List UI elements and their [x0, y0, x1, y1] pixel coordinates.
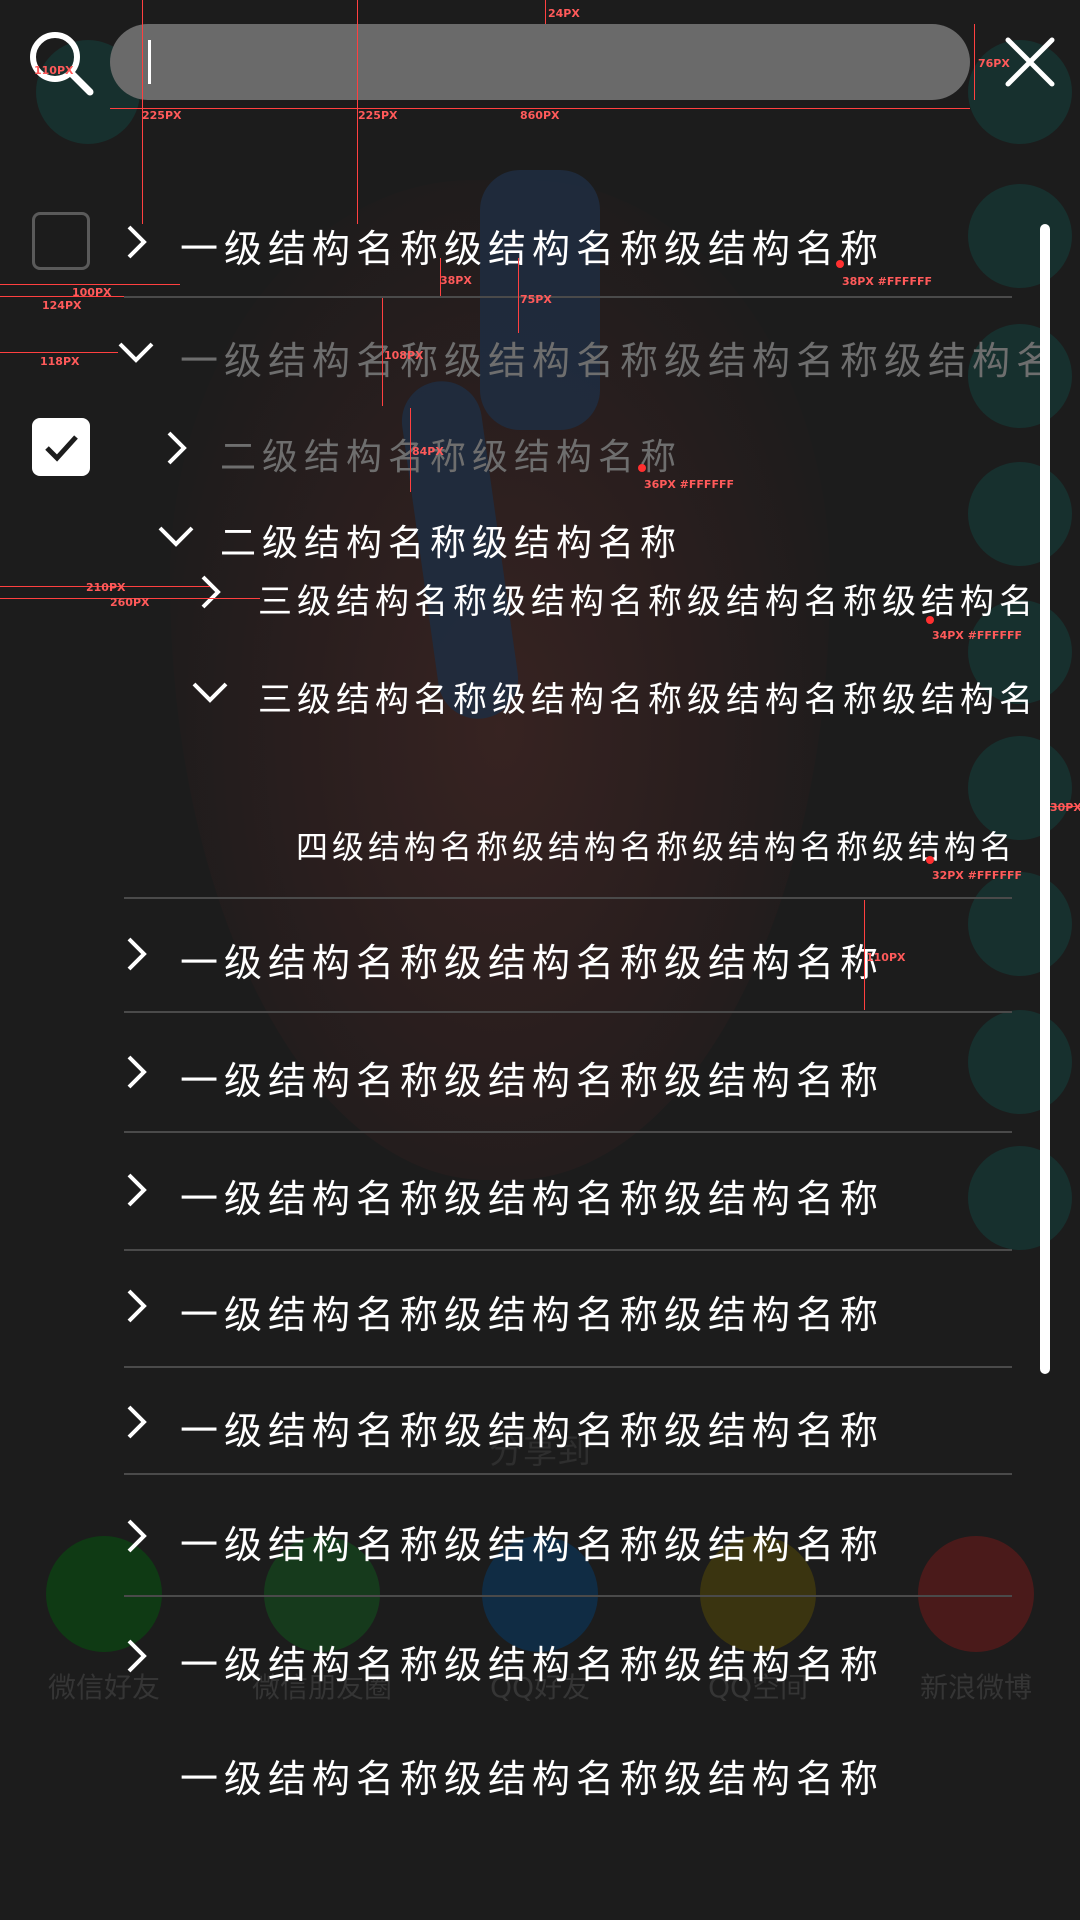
annotation-label: 108PX	[384, 349, 424, 362]
row-divider	[124, 1366, 1012, 1368]
tree-row-level2-label[interactable]: 二级结构名称级结构名称	[220, 428, 682, 480]
annotation-label: 210PX	[86, 581, 126, 594]
measure-line	[0, 296, 124, 297]
annotation-label: 38PX #FFFFFF	[842, 275, 932, 288]
annotation-label: 36PX #FFFFFF	[644, 478, 734, 491]
chevron-right-icon[interactable]	[116, 1286, 156, 1326]
chevron-down-icon[interactable]	[156, 516, 196, 556]
annotation-label: 75PX	[520, 293, 552, 306]
annotation-label: 110PX	[34, 64, 74, 77]
measure-line	[0, 352, 118, 353]
annotation-marker	[638, 464, 646, 472]
annotation-label: 860PX	[520, 109, 560, 122]
tree-row-level3-label[interactable]: 三级结构名称级结构名称级结构名称级结构名	[258, 672, 1038, 721]
chevron-right-icon[interactable]	[116, 1402, 156, 1442]
tree-row-level1-label[interactable]: 一级结构名称级结构名称级结构名称级结构名	[180, 330, 1060, 385]
annotation-label: 30PX	[1050, 801, 1080, 814]
chevron-right-icon[interactable]	[116, 1052, 156, 1092]
row-divider	[124, 1249, 1012, 1251]
chevron-down-icon[interactable]	[116, 332, 156, 372]
measure-line	[410, 408, 411, 492]
annotation-label: 38PX	[440, 274, 472, 287]
tree-row-level3-label[interactable]: 三级结构名称级结构名称级结构名称级结构名	[258, 574, 1038, 623]
tree-row-level1-label[interactable]: 一级结构名称级结构名称级结构名称	[180, 1400, 884, 1455]
chevron-right-icon[interactable]	[116, 934, 156, 974]
chevron-right-icon[interactable]	[116, 1170, 156, 1210]
tree-row-level2-label[interactable]: 二级结构名称级结构名称	[220, 514, 682, 566]
scrollbar[interactable]	[1040, 224, 1050, 1374]
tree-row-level1-label[interactable]: 一级结构名称级结构名称级结构名称	[180, 1284, 884, 1339]
row-divider	[124, 897, 1012, 899]
measure-line	[382, 298, 383, 406]
row-divider	[124, 1131, 1012, 1133]
tree-row-level4-label[interactable]: 四级结构名称级结构名称级结构名称级结构名	[296, 822, 1016, 868]
annotation-marker	[926, 856, 934, 864]
side-person-icon	[968, 184, 1072, 288]
row-divider	[124, 1011, 1012, 1013]
chevron-right-icon[interactable]	[116, 1516, 156, 1556]
chevron-right-icon[interactable]	[156, 428, 196, 468]
tree-row-level1-label[interactable]: 一级结构名称级结构名称级结构名称	[180, 1050, 884, 1105]
annotation-marker	[926, 616, 934, 624]
side-cell-icon	[968, 872, 1072, 976]
measure-line	[864, 900, 865, 1010]
tree-row-level1-label[interactable]: 一级结构名称级结构名称级结构名称	[180, 1748, 884, 1803]
check-icon	[45, 435, 78, 462]
tree-row-level1-label[interactable]: 一级结构名称级结构名称级结构名称	[180, 932, 884, 987]
annotation-label: 110PX	[866, 951, 906, 964]
weibo-icon	[918, 1536, 1034, 1652]
chevron-right-icon[interactable]	[190, 572, 230, 612]
tree-row-level1-label[interactable]: 一级结构名称级结构名称级结构名称	[180, 218, 884, 273]
side-map-icon	[968, 462, 1072, 566]
measure-line	[545, 0, 546, 24]
row-divider	[124, 296, 1012, 298]
side-heart-icon	[968, 1010, 1072, 1114]
search-icon[interactable]	[28, 30, 94, 96]
annotation-label: 24PX	[548, 7, 580, 20]
annotation-label: 118PX	[40, 355, 80, 368]
annotation-label: 34PX #FFFFFF	[932, 629, 1022, 642]
chevron-right-icon[interactable]	[116, 222, 156, 262]
share-label: 微信好友	[47, 1671, 160, 1704]
annotation-label: 225PX	[142, 109, 182, 122]
tree-row-level1-label[interactable]: 一级结构名称级结构名称级结构名称	[180, 1634, 884, 1689]
row-checkbox[interactable]	[32, 212, 90, 270]
tree-row-level1-label[interactable]: 一级结构名称级结构名称级结构名称	[180, 1168, 884, 1223]
search-input[interactable]	[110, 24, 970, 100]
measure-line	[974, 24, 975, 100]
measure-line	[0, 284, 180, 285]
annotation-label: 124PX	[42, 299, 82, 312]
side-bone-icon	[968, 1146, 1072, 1250]
annotation-label: 225PX	[358, 109, 398, 122]
share-label: 新浪微博	[919, 1671, 1032, 1704]
annotation-label: 84PX	[412, 445, 444, 458]
row-divider	[124, 1595, 1012, 1597]
tree-row-level1-label[interactable]: 一级结构名称级结构名称级结构名称	[180, 1514, 884, 1569]
chevron-down-icon[interactable]	[190, 672, 230, 712]
annotation-label: 76PX	[978, 57, 1010, 70]
annotation-label: 32PX #FFFFFF	[932, 869, 1022, 882]
row-checkbox-checked[interactable]	[32, 418, 90, 476]
row-divider	[124, 1473, 1012, 1475]
measure-line	[518, 258, 519, 333]
chevron-right-icon[interactable]	[116, 1636, 156, 1676]
annotation-label: 260PX	[110, 596, 150, 609]
close-icon[interactable]	[1004, 36, 1056, 88]
annotation-marker	[836, 260, 844, 268]
text-caret	[148, 40, 151, 84]
